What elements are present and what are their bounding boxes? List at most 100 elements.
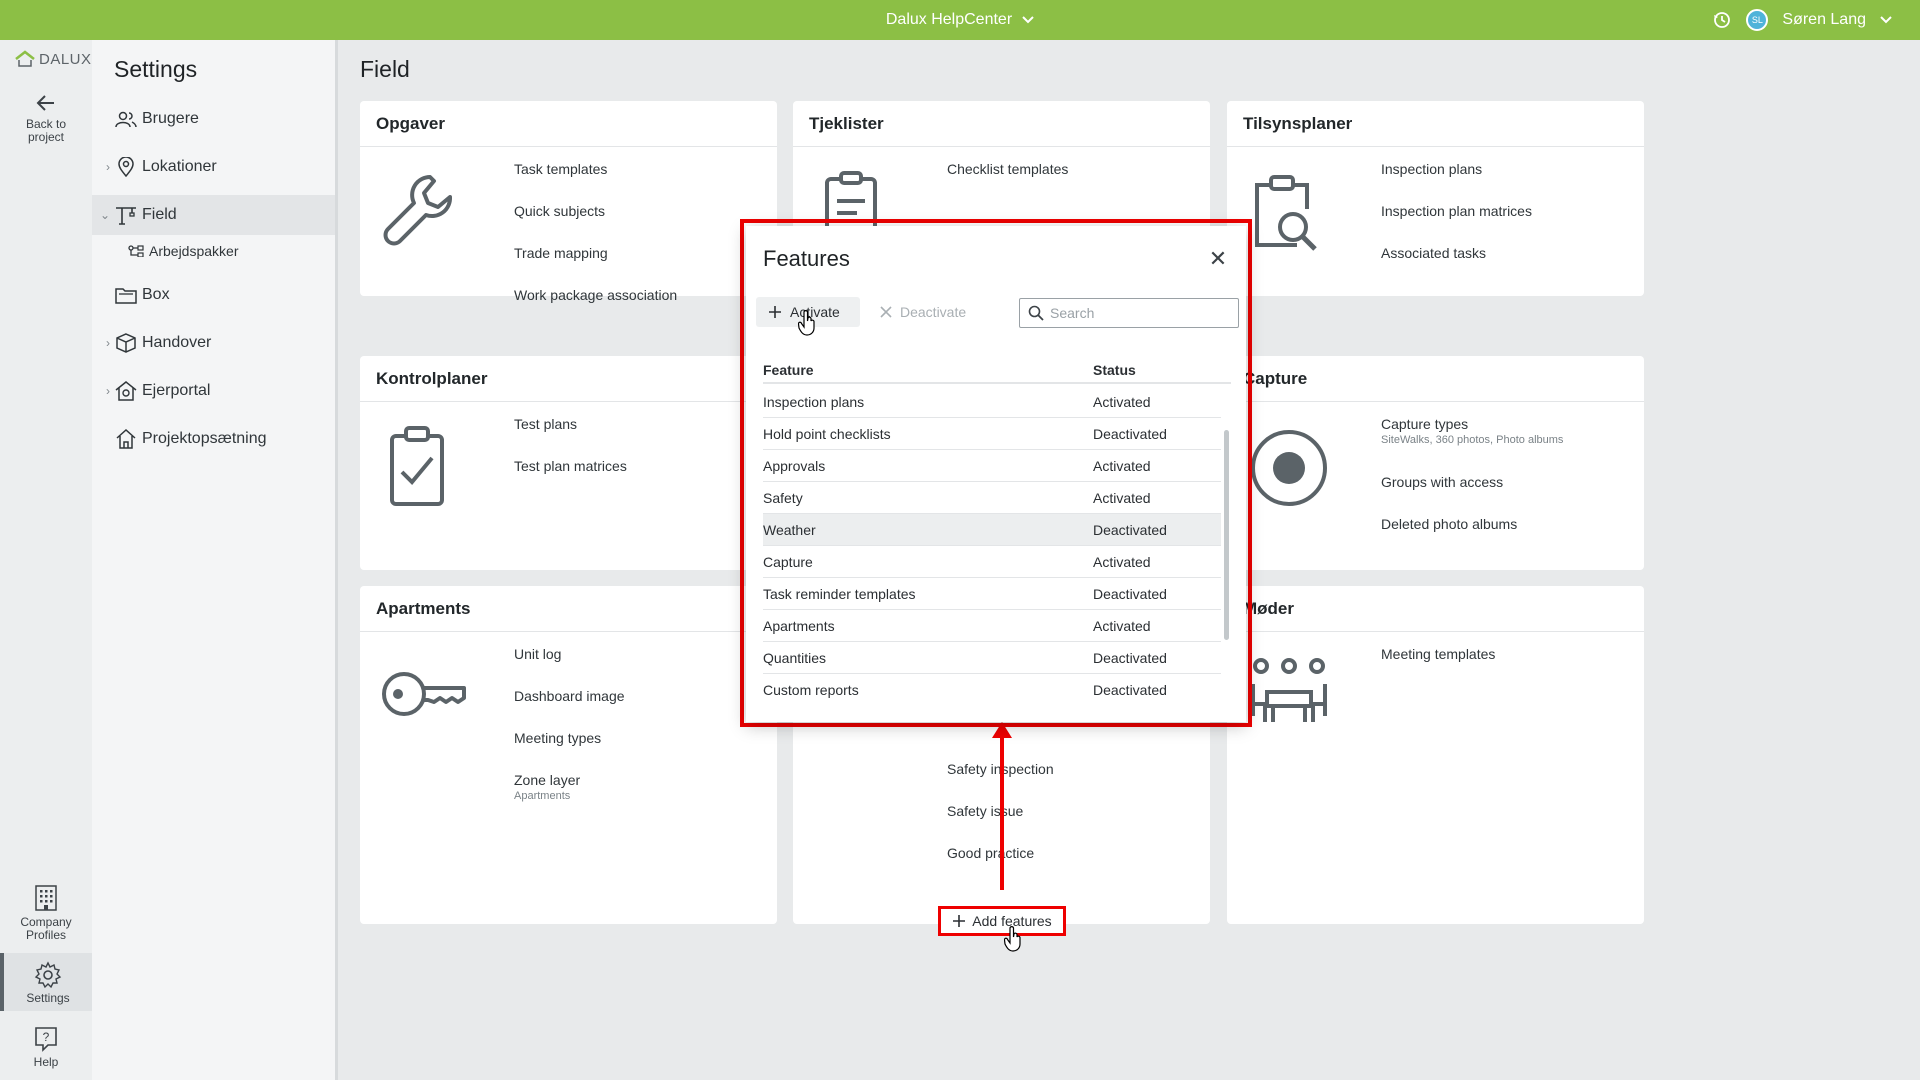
chevron-down-icon[interactable] — [1880, 16, 1892, 24]
nav-label: Arbejdspakker — [149, 243, 239, 259]
link-unit-log[interactable]: Unit log — [514, 646, 625, 688]
link-meeting-types[interactable]: Meeting types — [514, 730, 625, 772]
table-row[interactable]: Apartments Activated — [763, 610, 1221, 642]
features-dialog: Features ✕ Activate Deactivate Search Fe… — [746, 226, 1246, 722]
nav-label: Handover — [142, 334, 212, 351]
card-title: Tilsynsplaner — [1227, 101, 1644, 147]
table-row[interactable]: Quantities Deactivated — [763, 642, 1221, 674]
history-icon[interactable] — [1712, 10, 1732, 30]
svg-text:?: ? — [43, 1030, 50, 1044]
nav-item-projektopsaetning[interactable]: Projektopsætning — [92, 419, 335, 459]
link-trade-mapping[interactable]: Trade mapping — [514, 245, 677, 287]
nav-label: Ejerportal — [142, 382, 211, 399]
nav-item-ejerportal[interactable]: › Ejerportal — [92, 371, 335, 411]
link-dashboard-image[interactable]: Dashboard image — [514, 688, 625, 730]
nav-item-handover[interactable]: › Handover — [92, 323, 335, 363]
annotation-arrow — [1000, 735, 1004, 890]
link-deleted-photo-albums[interactable]: Deleted photo albums — [1381, 516, 1563, 558]
cursor-hand-icon — [1004, 926, 1021, 952]
nav-item-brugere[interactable]: Brugere — [92, 99, 335, 139]
zone-layer-label: Zone layer — [514, 772, 581, 788]
nav-item-lokationer[interactable]: › Lokationer — [92, 147, 335, 187]
link-inspection-plan-matrices[interactable]: Inspection plan matrices — [1381, 203, 1532, 245]
chevron-down-icon — [1022, 16, 1034, 24]
users-icon — [115, 111, 137, 128]
help-icon: ? — [35, 1027, 57, 1052]
scrollbar[interactable] — [1224, 430, 1229, 640]
card-opgaver: Opgaver Task templates Quick subjects Tr… — [360, 101, 777, 303]
cube-icon — [116, 333, 136, 353]
chevron-down-icon[interactable]: ⌄ — [92, 208, 114, 222]
link-task-templates[interactable]: Task templates — [514, 161, 677, 203]
close-icon[interactable]: ✕ — [1206, 246, 1230, 272]
back-to-project-button[interactable]: Back to project — [0, 92, 92, 144]
col-feature[interactable]: Feature — [763, 362, 814, 378]
col-status[interactable]: Status — [1093, 362, 1136, 378]
table-row[interactable]: Inspection plans Activated — [763, 386, 1221, 418]
settings-button[interactable]: Settings — [0, 953, 92, 1011]
table-row[interactable]: Weather Deactivated — [763, 514, 1221, 546]
crane-icon — [116, 207, 136, 225]
helpcenter-menu[interactable]: Dalux HelpCenter — [0, 0, 1920, 40]
nav-label: Box — [142, 286, 170, 303]
card-capture: Capture Capture types SiteWalks, 360 pho… — [1227, 356, 1644, 570]
feature-table: Inspection plans Activated Hold point che… — [763, 386, 1221, 706]
folder-icon — [115, 288, 137, 304]
link-quick-subjects[interactable]: Quick subjects — [514, 203, 677, 245]
plus-icon — [769, 306, 781, 318]
search-input[interactable]: Search — [1019, 298, 1239, 328]
table-row[interactable]: Capture Activated — [763, 546, 1221, 578]
link-test-plan-matrices[interactable]: Test plan matrices — [514, 458, 627, 500]
table-row[interactable]: Safety Activated — [763, 482, 1221, 514]
settings-label: Settings — [26, 991, 70, 1005]
help-label: Help — [33, 1055, 59, 1069]
close-icon — [880, 306, 892, 318]
table-row[interactable]: Hold point checklists Deactivated — [763, 418, 1221, 450]
building-icon — [35, 885, 57, 911]
chevron-right-icon[interactable]: › — [92, 160, 114, 174]
nav-item-field[interactable]: ⌄ Field — [92, 195, 335, 235]
chevron-right-icon[interactable]: › — [92, 384, 114, 398]
nav-item-arbejdspakker[interactable]: Arbejdspakker — [128, 243, 239, 259]
link-work-package-association[interactable]: Work package association — [514, 287, 677, 329]
card-title: Apartments — [360, 586, 777, 632]
chevron-right-icon[interactable]: › — [92, 336, 114, 350]
nav-item-box[interactable]: Box — [92, 275, 335, 315]
table-row[interactable]: Task reminder templates Deactivated — [763, 578, 1221, 610]
capture-types-label: Capture types — [1381, 416, 1469, 432]
link-inspection-plans[interactable]: Inspection plans — [1381, 161, 1532, 203]
dialog-title: Features — [763, 246, 850, 271]
location-pin-icon — [118, 157, 134, 177]
link-associated-tasks[interactable]: Associated tasks — [1381, 245, 1532, 287]
settings-nav: Settings Brugere › Lokationer ⌄ Field Ar… — [92, 40, 338, 1080]
link-meeting-templates[interactable]: Meeting templates — [1381, 646, 1495, 688]
help-button[interactable]: ? Help — [0, 1025, 92, 1069]
zone-layer-sub: Apartments — [514, 790, 571, 802]
plus-icon — [953, 915, 966, 927]
people-table-icon — [1251, 658, 1327, 722]
card-apartments: Apartments Unit log Dashboard image Meet… — [360, 586, 777, 924]
link-groups-with-access[interactable]: Groups with access — [1381, 474, 1563, 516]
table-row[interactable]: Approvals Activated — [763, 450, 1221, 482]
avatar[interactable]: SL — [1746, 9, 1769, 31]
card-moder: Møder Meeting templates — [1227, 586, 1644, 924]
page-title: Field — [360, 56, 410, 82]
user-name[interactable]: Søren Lang — [1782, 11, 1866, 29]
add-features-button[interactable]: Add features — [938, 906, 1066, 936]
left-rail: DALUX Back to project Company Profiles S… — [0, 40, 92, 1080]
deactivate-button[interactable]: Deactivate — [880, 297, 966, 327]
dalux-logo[interactable]: DALUX — [14, 50, 92, 68]
link-test-plans[interactable]: Test plans — [514, 416, 627, 458]
link-zone-layer[interactable]: Zone layer Apartments — [514, 772, 625, 814]
helpcenter-title: Dalux HelpCenter — [885, 11, 1013, 28]
nav-label: Projektopsætning — [142, 430, 267, 447]
link-checklist-templates[interactable]: Checklist templates — [947, 161, 1068, 203]
table-row[interactable]: Custom reports Deactivated — [763, 674, 1221, 706]
company-profiles-button[interactable]: Company Profiles — [0, 884, 92, 942]
top-bar: Dalux HelpCenter SL Søren Lang — [0, 0, 1920, 40]
link-capture-types[interactable]: Capture types SiteWalks, 360 photos, Pho… — [1381, 416, 1563, 474]
nav-title: Settings — [114, 56, 198, 82]
card-tilsynsplaner: Tilsynsplaner Inspection plans Inspectio… — [1227, 101, 1644, 296]
wrench-icon — [383, 175, 453, 246]
gear-icon — [34, 961, 62, 989]
